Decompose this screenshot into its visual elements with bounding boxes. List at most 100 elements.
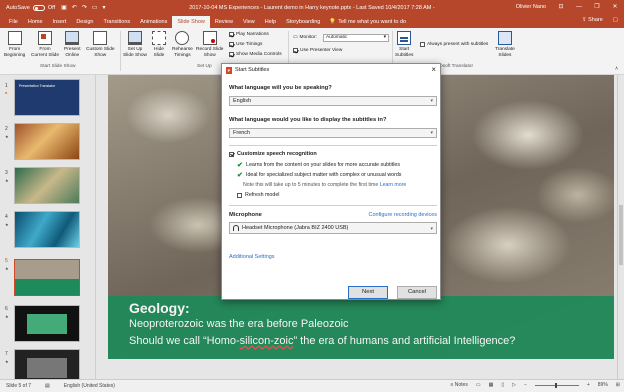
tab-view[interactable]: View [238,16,260,28]
tab-insert[interactable]: Insert [48,16,72,28]
slide-line-1[interactable]: Neoproterozoic was the era before Paleoz… [129,316,614,333]
translate-slides-button[interactable]: Translate Slides [495,31,515,58]
ribbon-display-icon[interactable]: ⊡ [552,0,570,15]
record-slide-show-button[interactable]: Record Slide Show [196,31,223,58]
speak-language-select[interactable]: English ▾ [229,96,437,106]
tab-transitions[interactable]: Transitions [98,16,135,28]
undo-icon[interactable]: ↶ [72,4,77,11]
zoom-level[interactable]: 89% [598,382,608,388]
checkbox-box[interactable] [293,48,298,53]
microphone-select[interactable]: Headset Microphone (Jabra BIZ 2400 USB) … [229,222,437,234]
tab-slide-show[interactable]: Slide Show [172,16,210,28]
collapse-ribbon-icon[interactable]: ˄ [615,66,618,72]
close-icon[interactable]: × [431,65,436,74]
zoom-in-icon[interactable]: + [587,382,590,388]
next-button[interactable]: Next [348,286,388,299]
customize-qat-icon[interactable]: ▾ [103,4,106,11]
subtitle-language-select[interactable]: French ▾ [229,128,437,138]
slide-line-2[interactable]: Should we call “Homo-silicon-zoic” the e… [129,333,614,350]
slideshow-view-icon[interactable]: ▷ [512,382,516,388]
monitor-select[interactable]: Automatic ▾ [323,34,389,42]
rehearse-timings-button[interactable]: Rehearse Timings [172,31,193,58]
redo-icon[interactable]: ↷ [82,4,87,11]
save-icon[interactable]: ▣ [61,4,67,11]
tab-design[interactable]: Design [71,16,98,28]
share-label: Share [588,17,603,23]
tell-me-box[interactable]: 💡 Tell me what you want to do [329,16,406,28]
configure-recording-devices-link[interactable]: Configure recording devices [369,212,437,218]
start-subtitles-button[interactable]: Start Subtitles [395,31,413,58]
line2-start: Should we call “Homo- [129,335,240,347]
slide-thumbnail[interactable] [14,211,80,248]
customize-speech-checkbox[interactable]: Customize speech recognition [229,151,317,157]
tab-file[interactable]: File [4,16,23,28]
learn-more-link[interactable]: Learn more [380,182,407,188]
monitor-value: Automatic [326,35,348,40]
monitor-label-row: ▭ Monitor: [293,35,317,40]
cancel-button[interactable]: Cancel [397,286,437,299]
from-current-slide-button[interactable]: From Current Slide [31,31,59,58]
notes-button[interactable]: ≡ Notes [450,382,467,388]
animation-star-icon: ★ [5,178,9,183]
zoom-slider[interactable] [534,382,579,388]
subtitle-language-question: What language would you like to display … [229,117,387,123]
user-name[interactable]: Olivier Nano [516,4,546,10]
spellcheck-icon[interactable]: ▤ [45,383,50,389]
slide-sorter-icon[interactable]: ▦ [489,382,494,388]
autosave-toggle[interactable]: AutoSave Off [6,4,55,11]
toggle-switch[interactable] [32,4,45,11]
comment-marker-icon: ■ [5,90,8,95]
fit-to-window-icon[interactable]: ⊞ [616,382,620,388]
present-online-button[interactable]: Present Online [64,31,81,58]
refresh-model-checkbox[interactable]: Refresh model [237,192,279,198]
tab-review[interactable]: Review [210,16,238,28]
tab-animations[interactable]: Animations [135,16,172,28]
checkbox-box[interactable] [229,32,234,37]
comments-icon[interactable]: ▢ [613,17,618,23]
zoom-out-icon[interactable]: − [524,382,527,388]
tab-help[interactable]: Help [260,16,281,28]
use-presenter-view-checkbox[interactable]: Use Presenter View [293,48,342,53]
notes-label: Notes [454,382,468,388]
use-timings-checkbox[interactable]: Use Timings [229,42,262,47]
share-button[interactable]: ⇪ Share [582,17,603,23]
language-indicator[interactable]: English (United States) [64,383,115,389]
tab-home[interactable]: Home [23,16,48,28]
set-up-slide-show-button[interactable]: Set Up Slide Show [123,31,147,58]
normal-view-icon[interactable]: ▭ [476,382,481,388]
always-present-checkbox[interactable]: Always present with subtitles [420,42,488,47]
benefit-text: Ideal for specialized subject matter wit… [246,172,402,178]
autosave-label: AutoSave [6,4,30,11]
slide-number: 3 [5,170,8,176]
close-icon[interactable]: ✕ [606,0,624,15]
minimize-icon[interactable]: — [570,0,588,15]
checkbox-box[interactable] [420,42,425,47]
play-narrations-checkbox[interactable]: Play Narrations [229,32,269,37]
checkbox-box[interactable] [229,42,234,47]
custom-slide-show-button[interactable]: Custom Slide Show [86,31,115,58]
slide-thumbnail[interactable] [14,167,80,204]
use-timings-label: Use Timings [236,42,263,47]
slide-thumbnail[interactable] [14,349,80,379]
additional-settings-link[interactable]: Additional Settings [229,254,275,260]
slide-thumbnail[interactable] [14,123,80,160]
scrollbar-thumb[interactable] [619,205,623,265]
present-icon[interactable]: ▭ [92,4,98,11]
window-controls: ⊡ — ❐ ✕ [552,0,624,15]
checkbox-box[interactable] [237,192,242,198]
slide-heading[interactable]: Geology: [129,301,614,316]
from-beginning-button[interactable]: From Beginning [4,31,25,58]
slide-thumbnail-selected[interactable] [14,259,80,296]
show-media-controls-checkbox[interactable]: Show Media Controls [229,52,282,57]
vertical-scrollbar[interactable] [617,75,624,379]
slide-thumbnail[interactable] [14,305,80,342]
checkbox-box[interactable] [229,52,234,57]
hide-slide-button[interactable]: Hide Slide [152,31,166,58]
maximize-icon[interactable]: ❐ [588,0,606,15]
reading-view-icon[interactable]: ▯ [501,382,504,388]
checkbox-box[interactable] [229,151,234,157]
slide-thumbnail[interactable]: Presentation Translator [14,79,80,116]
tab-storyboarding[interactable]: Storyboarding [281,16,325,28]
microphone-label: Microphone [229,212,262,218]
refresh-model-label: Refresh model [245,192,280,198]
